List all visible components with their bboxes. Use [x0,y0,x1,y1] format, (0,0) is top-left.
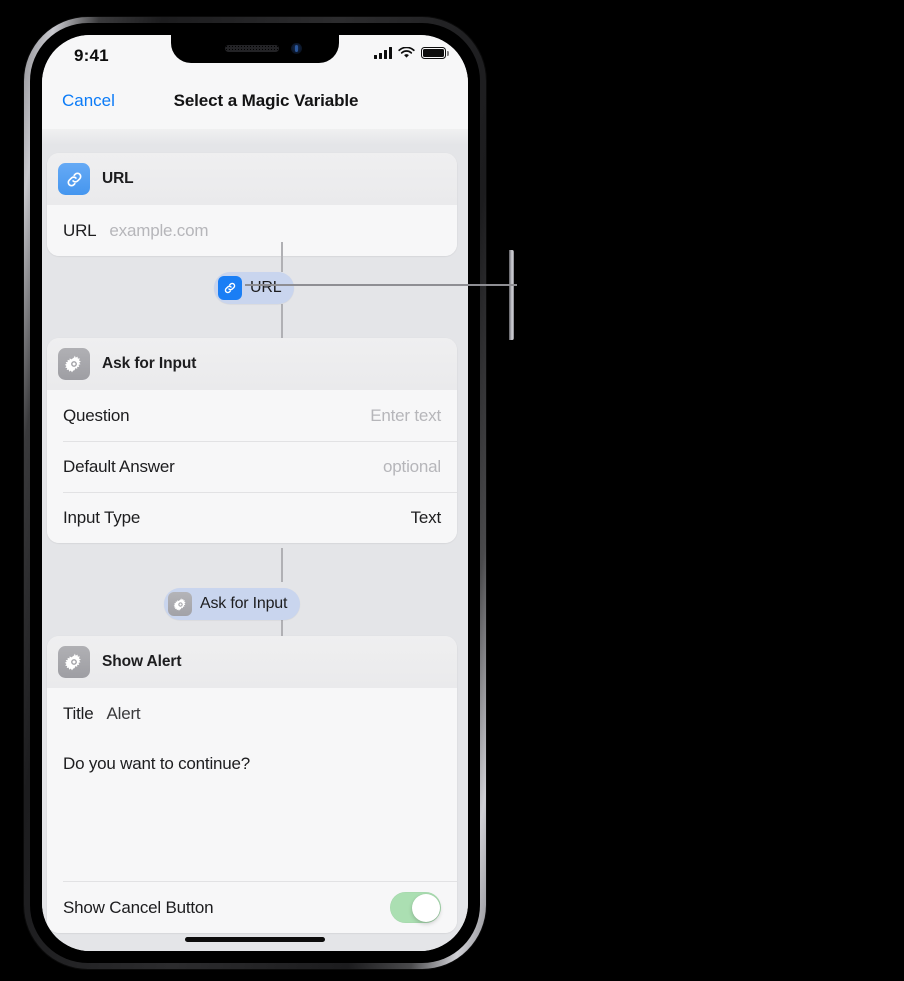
device-bezel: 9:41 Cancel Select a Magic Variable URL … [30,23,480,963]
status-bar-icons [374,47,449,59]
status-bar-time: 9:41 [74,46,109,65]
parameter-value-url[interactable]: example.com [109,221,208,241]
front-camera-icon [291,43,302,54]
ask-for-input-variable-pill[interactable]: Ask for Input [164,588,301,620]
action-title: Show Alert [102,653,182,670]
connector-line-ask [281,548,283,582]
device-screen: 9:41 Cancel Select a Magic Variable URL … [42,35,468,951]
power-button[interactable] [509,250,514,340]
link-icon [218,276,242,300]
callout-leader-line [245,284,517,286]
parameter-label: Title [63,703,94,723]
shortcut-actions-list[interactable]: URL URL example.com URL Ask for Input Qu… [42,129,468,951]
page-title: Select a Magic Variable [173,91,359,110]
action-title: URL [102,170,134,187]
action-card-url[interactable]: URL URL example.com [47,153,457,256]
show-cancel-button-toggle[interactable] [390,892,441,923]
cellular-signal-icon [374,47,392,59]
device-notch [171,35,339,63]
alert-message-text: Do you want to continue? [63,754,251,773]
action-title: Ask for Input [102,355,197,372]
action-card-header: URL [47,153,457,205]
toggle-knob [411,893,440,922]
connector-line-url-to-ask [281,304,283,338]
parameter-row-input-type[interactable]: Input Type Text [47,492,457,543]
link-icon [58,163,90,195]
parameter-label: Question [63,405,130,425]
parameter-row-default-answer[interactable]: Default Answer optional [47,441,457,492]
gear-icon [58,646,90,678]
pill-label: URL [250,279,282,296]
parameter-row-alert-title[interactable]: Title Alert [47,688,457,739]
home-indicator[interactable] [185,937,325,942]
action-card-header: Ask for Input [47,338,457,390]
url-variable-pill[interactable]: URL [214,272,295,304]
parameter-label: Show Cancel Button [63,897,214,917]
parameter-row-url[interactable]: URL example.com [47,205,457,256]
action-card-ask-for-input[interactable]: Ask for Input Question Enter text Defaul… [47,338,457,543]
gear-icon [168,592,192,616]
connector-line-ask-to-alert [281,620,283,636]
action-card-show-alert[interactable]: Show Alert Title Alert Do you want to co… [47,636,457,933]
battery-icon [421,47,449,59]
parameter-label: URL [63,220,97,240]
iphone-device-frame: 9:41 Cancel Select a Magic Variable URL … [24,17,514,969]
parameter-label: Input Type [63,507,141,527]
parameter-value-question[interactable]: Enter text [370,406,441,426]
screenshot-stage: 9:41 Cancel Select a Magic Variable URL … [0,0,904,981]
parameter-value-default-answer[interactable]: optional [383,457,441,477]
navigation-bar: Cancel Select a Magic Variable [42,77,468,129]
earpiece-speaker-icon [225,45,279,52]
parameter-row-show-cancel-button[interactable]: Show Cancel Button [47,882,457,933]
action-card-header: Show Alert [47,636,457,688]
parameter-value-input-type[interactable]: Text [411,508,442,528]
parameter-row-question[interactable]: Question Enter text [47,390,457,441]
wifi-icon [398,47,415,58]
alert-message-field[interactable]: Do you want to continue? [47,739,457,882]
parameter-value-alert-title[interactable]: Alert [107,704,141,724]
connector-line-url [281,242,283,272]
gear-icon [58,348,90,380]
parameter-label: Default Answer [63,456,175,476]
pill-label: Ask for Input [200,595,288,612]
